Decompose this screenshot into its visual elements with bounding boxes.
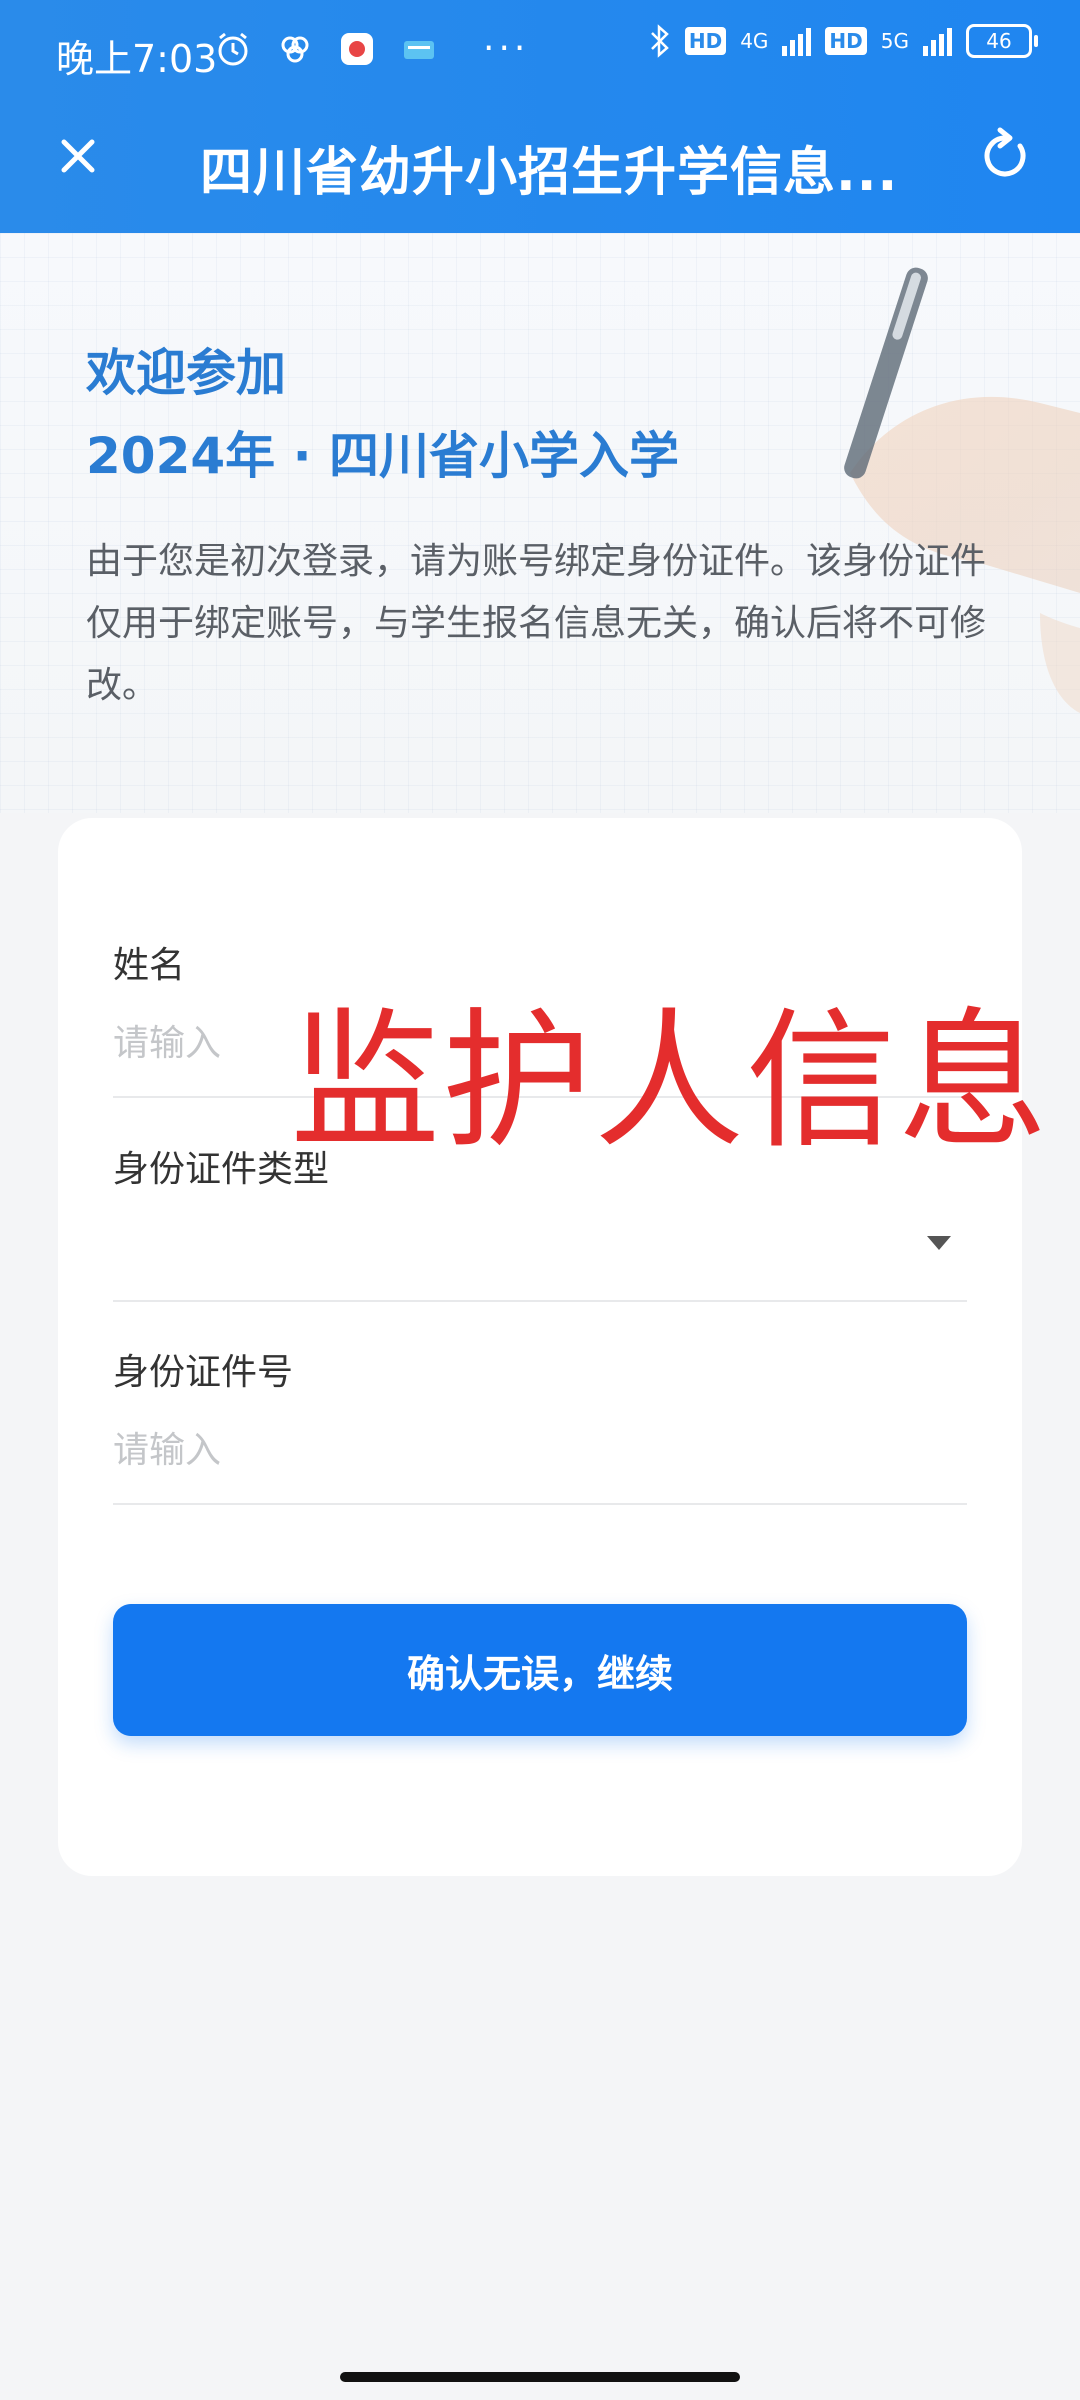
refresh-icon[interactable] xyxy=(974,124,1038,188)
status-right: HD 4G HD 5G 46 xyxy=(649,24,1038,58)
top-app-bar: 晚上7:03 ··· HD 4G HD 5G 46 四川省幼升小招生升学信息..… xyxy=(0,0,1080,233)
id-number-label: 身份证件号 xyxy=(113,1352,294,1393)
signal-bars-icon-2 xyxy=(923,26,952,56)
home-indicator[interactable] xyxy=(340,2372,740,2382)
alarm-icon xyxy=(218,32,248,65)
network-4g: 4G xyxy=(740,29,769,53)
app-notification-icon xyxy=(281,36,309,62)
bluetooth-icon xyxy=(650,24,669,58)
guardian-info-overlay: 监护人信息 xyxy=(290,995,1051,1169)
id-number-field: 身份证件号 xyxy=(113,1343,967,1505)
notification-icons: ··· xyxy=(215,28,529,69)
battery-icon: 46 xyxy=(966,24,1038,58)
keyboard-icon xyxy=(404,40,434,59)
confirm-continue-button[interactable]: 确认无误，继续 xyxy=(113,1604,967,1736)
status-bar: 晚上7:03 ··· HD 4G HD 5G 46 xyxy=(0,0,1080,100)
id-type-underline xyxy=(113,1300,967,1302)
welcome-line-2: 2024年 · 四川省小学入学 xyxy=(86,427,679,485)
hero-banner: 欢迎参加 2024年 · 四川省小学入学 由于您是初次登录，请为账号绑定身份证件… xyxy=(0,233,1080,813)
id-number-input[interactable] xyxy=(113,1425,967,1475)
id-type-select[interactable] xyxy=(113,1222,967,1272)
signal-bars-icon xyxy=(782,26,812,56)
binding-description: 由于您是初次登录，请为账号绑定身份证件。该身份证件仅用于绑定账号，与学生报名信息… xyxy=(86,541,987,706)
record-icon xyxy=(341,32,373,65)
dropdown-arrow-icon xyxy=(927,1236,951,1250)
more-notifications: ··· xyxy=(483,28,530,69)
hd-badge: HD xyxy=(684,27,727,55)
page-title: 四川省幼升小招生升学信息... xyxy=(200,143,899,203)
status-time: 晚上7:03 xyxy=(56,37,218,81)
close-icon[interactable] xyxy=(46,124,110,188)
welcome-line-1: 欢迎参加 xyxy=(86,344,286,402)
id-number-underline xyxy=(113,1503,967,1505)
hd-badge-2: HD xyxy=(825,27,867,55)
network-5g: 5G xyxy=(880,29,909,53)
title-row: 四川省幼升小招生升学信息... xyxy=(0,110,1080,210)
battery-level: 46 xyxy=(986,29,1012,53)
